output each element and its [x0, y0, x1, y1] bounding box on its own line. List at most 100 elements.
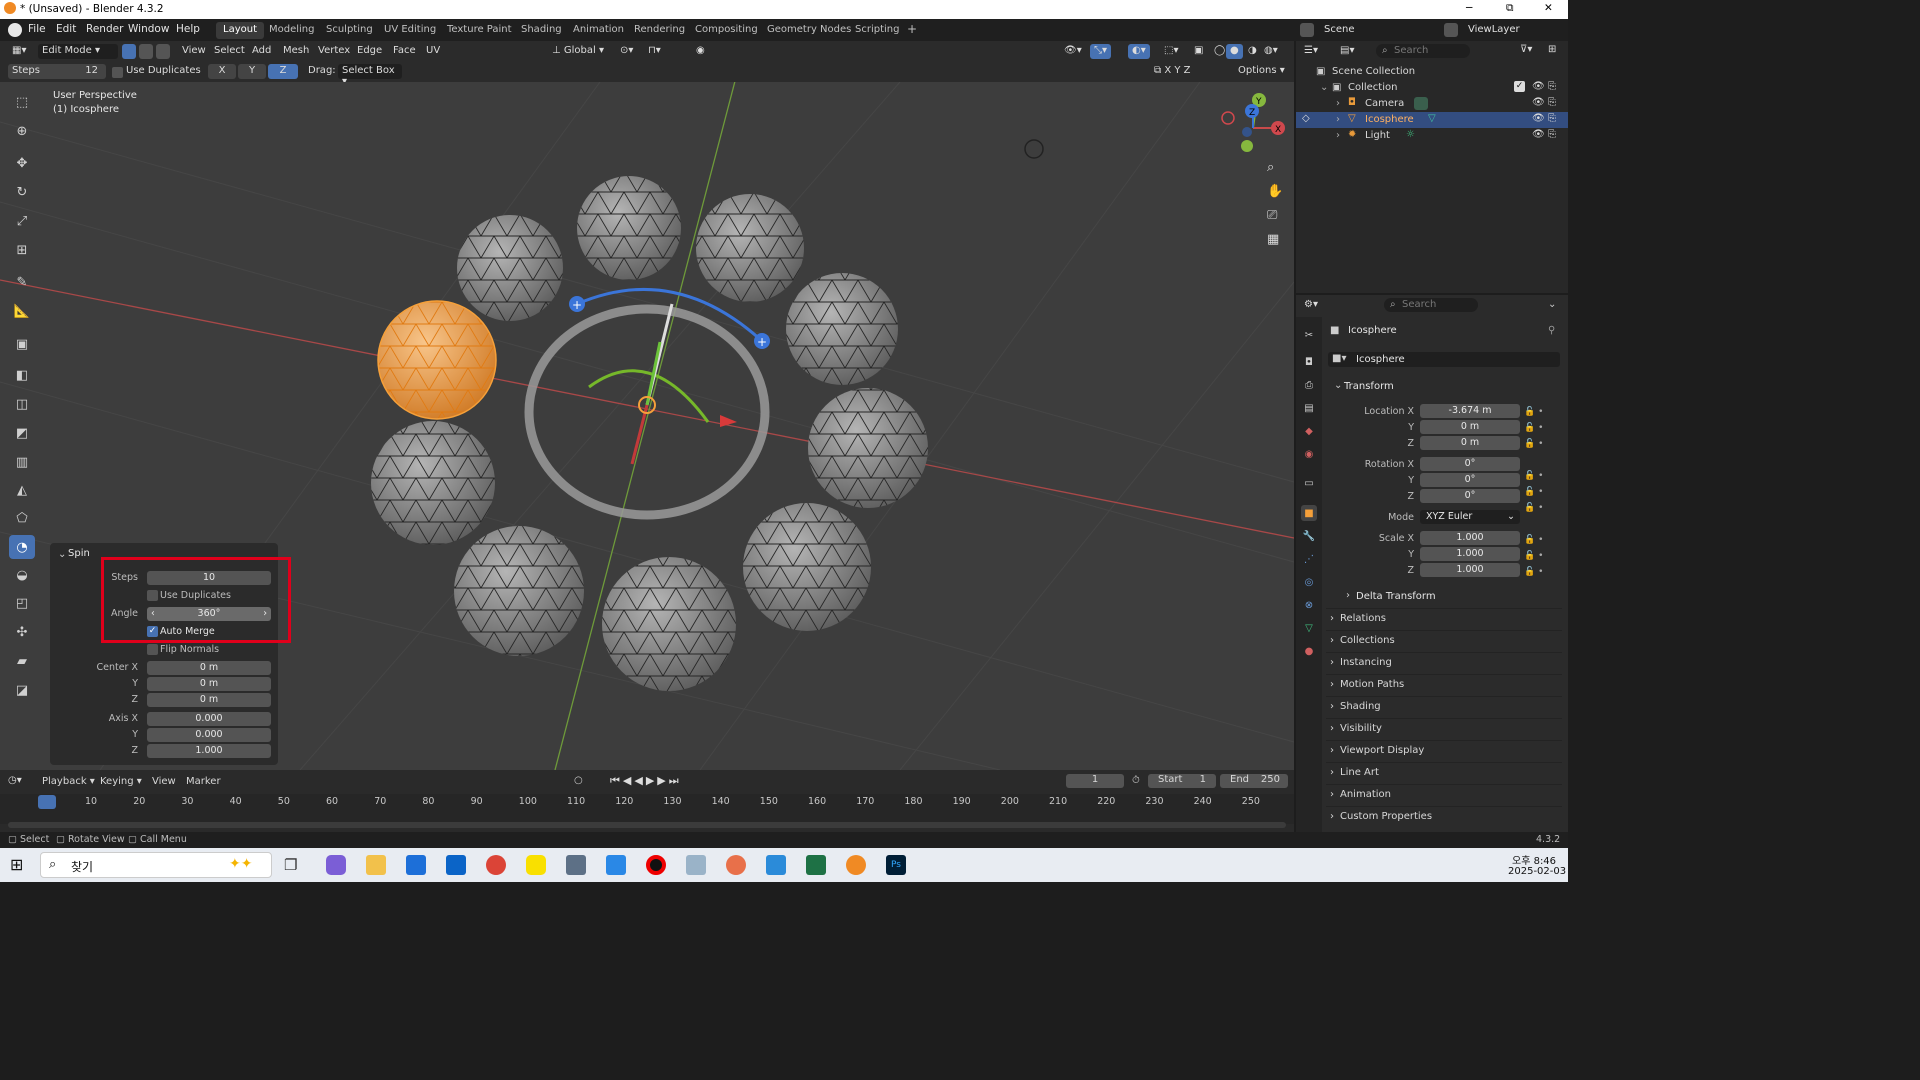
collection-expand-icon[interactable]: ⌄ [1320, 82, 1328, 93]
end-frame-field[interactable]: End 250 [1220, 774, 1288, 788]
transform-tool-icon[interactable]: ⊞ [9, 238, 35, 262]
location-y-field[interactable]: 0 m [1420, 420, 1520, 434]
menu-add[interactable]: Add [248, 44, 275, 59]
rotation-mode-selector[interactable]: XYZ Euler ⌄ [1420, 510, 1520, 524]
menu-mesh[interactable]: Mesh [279, 44, 313, 59]
auto-keying-icon[interactable]: ○ [574, 775, 583, 786]
timeline-menu-view[interactable]: View [152, 776, 176, 787]
menu-view[interactable]: View [178, 44, 210, 59]
bevel-tool-icon[interactable]: ◩ [9, 421, 35, 445]
expand-icosphere-icon[interactable]: › [1336, 114, 1340, 125]
kakaotalk-icon[interactable] [526, 855, 546, 875]
loop-cut-tool-icon[interactable]: ▥ [9, 450, 35, 474]
collection-visibility-icon[interactable]: 👁 [1532, 81, 1545, 92]
particles-tab-icon[interactable]: ⋰ [1301, 551, 1317, 567]
view-layer-tab-icon[interactable]: ▤ [1301, 400, 1317, 416]
section-animation[interactable]: › Animation [1326, 784, 1562, 806]
recorder-icon[interactable] [646, 855, 666, 875]
tab-modeling[interactable]: Modeling [262, 22, 322, 39]
outliner-search-input[interactable]: ⌕ Search [1376, 44, 1470, 58]
section-collections[interactable]: › Collections [1326, 630, 1562, 652]
location-z-field[interactable]: 0 m [1420, 436, 1520, 450]
spin-flip-normals-checkbox[interactable] [147, 644, 158, 655]
menu-file[interactable]: File [28, 23, 46, 35]
rotation-x-field[interactable]: 0° [1420, 457, 1520, 471]
section-instancing[interactable]: › Instancing [1326, 652, 1562, 674]
blender-menu-icon[interactable] [8, 23, 22, 37]
scale-z-field[interactable]: 1.000 [1420, 563, 1520, 577]
center-y-field[interactable]: 0 m [147, 677, 271, 691]
menu-edge[interactable]: Edge [353, 44, 386, 59]
menu-select[interactable]: Select [210, 44, 249, 59]
collection-exclude-checkbox[interactable]: ✓ [1514, 81, 1525, 92]
select-box-tool-icon[interactable]: ⬚ [9, 90, 35, 114]
camera-render-icon[interactable]: ⎘ [1548, 97, 1556, 108]
outlook-icon[interactable] [446, 855, 466, 875]
axis-y-field[interactable]: 0.000 [147, 728, 271, 742]
spin-use-duplicates-checkbox[interactable] [147, 590, 158, 601]
scale-tool-icon[interactable]: ⤢ [9, 209, 35, 233]
tab-sculpting[interactable]: Sculpting [319, 22, 380, 39]
drag-selector[interactable]: Select Box ▾ [338, 64, 402, 87]
move-tool-icon[interactable]: ✥ [9, 151, 35, 175]
data-tab-icon[interactable]: ▽ [1301, 620, 1317, 636]
add-cube-tool-icon[interactable]: ▣ [9, 332, 35, 356]
minimize-button[interactable]: ─ [1466, 2, 1472, 14]
editor-type-button[interactable]: ▦▾ [8, 44, 30, 59]
timeline-menu-marker[interactable]: Marker [186, 776, 221, 787]
xray-toggle[interactable]: ▣ [1190, 44, 1207, 59]
spin-steps-field[interactable]: 10 [147, 571, 271, 585]
pin-icon[interactable]: ⚲ [1548, 325, 1555, 336]
light-visibility-icon[interactable]: 👁 [1532, 129, 1545, 140]
tab-animation[interactable]: Animation [566, 22, 631, 39]
center-z-field[interactable]: 0 m [147, 693, 271, 707]
spin-auto-merge-checkbox[interactable]: ✓ [147, 626, 158, 637]
light-render-icon[interactable]: ⎘ [1548, 129, 1556, 140]
menu-uv[interactable]: UV [422, 44, 444, 59]
inset-tool-icon[interactable]: ◫ [9, 392, 35, 416]
scale-x-field[interactable]: 1.000 [1420, 531, 1520, 545]
expand-camera-icon[interactable]: › [1336, 98, 1340, 109]
proportional-edit-toggle[interactable]: ◉ [692, 44, 709, 59]
section-line-art[interactable]: › Line Art [1326, 762, 1562, 784]
file-explorer-icon[interactable] [366, 855, 386, 875]
object-name-field[interactable]: ■▾ Icosphere [1328, 352, 1560, 367]
snap-toggle[interactable]: ⊓▾ [644, 44, 665, 59]
object-tab-icon[interactable]: ■ [1301, 505, 1317, 521]
poly-build-tool-icon[interactable]: ⬠ [9, 506, 35, 530]
angle-decrement-icon[interactable]: ‹ [151, 607, 155, 621]
tab-shading[interactable]: Shading [514, 22, 569, 39]
start-frame-field[interactable]: Start 1 [1148, 774, 1216, 788]
transform-orientation-selector[interactable]: ⊥ Global ▾ [548, 44, 608, 59]
outliner-row-camera[interactable]: › ◘ Camera 👁 ⎘ [1296, 96, 1568, 112]
annotate-tool-icon[interactable]: ✎ [9, 270, 35, 294]
lock-and-keyframe-column[interactable]: 🔓 • 🔓 • 🔓 • 🔓 • 🔓 • 🔓 • 🔓 • 🔓 • 🔓 • [1524, 404, 1558, 580]
menu-help[interactable]: Help [176, 23, 200, 35]
playback-controls[interactable]: ⏮◀◀▶▶⏭ [610, 774, 682, 788]
axis-z-button[interactable]: Z [268, 64, 298, 79]
menu-window[interactable]: Window [128, 23, 169, 35]
spin-angle-field[interactable]: ‹ 360° › [147, 607, 271, 621]
section-shading[interactable]: › Shading [1326, 696, 1562, 718]
extrude-tool-icon[interactable]: ◧ [9, 363, 35, 387]
mirror-axis-toggles[interactable]: ⧉ X Y Z [1150, 64, 1195, 79]
rip-region-tool-icon[interactable]: ◪ [9, 678, 35, 702]
face-select-mode-button[interactable] [156, 44, 170, 59]
tab-texture-paint[interactable]: Texture Paint [440, 22, 519, 39]
spin-gizmo[interactable]: + + [524, 287, 770, 520]
zoom-icon[interactable]: ⌕ [1267, 160, 1285, 178]
notes-icon[interactable] [686, 855, 706, 875]
excel-icon[interactable] [806, 855, 826, 875]
timeline-menu-keying[interactable]: Keying ▾ [100, 776, 142, 787]
ortho-grid-icon[interactable]: ▦ [1267, 232, 1285, 250]
axis-y-button[interactable]: Y [238, 64, 266, 79]
scale-y-field[interactable]: 1.000 [1420, 547, 1520, 561]
edge-slide-tool-icon[interactable]: ◰ [9, 591, 35, 615]
axis-x-button[interactable]: X [208, 64, 236, 79]
timeline-menu-playback[interactable]: Playback ▾ [42, 776, 95, 787]
solid-shading-button[interactable]: ● [1226, 44, 1243, 59]
playhead[interactable] [38, 795, 56, 809]
tab-compositing[interactable]: Compositing [688, 22, 765, 39]
axis-z-field[interactable]: 1.000 [147, 744, 271, 758]
outliner-display-mode-icon[interactable]: ▤▾ [1340, 45, 1354, 56]
